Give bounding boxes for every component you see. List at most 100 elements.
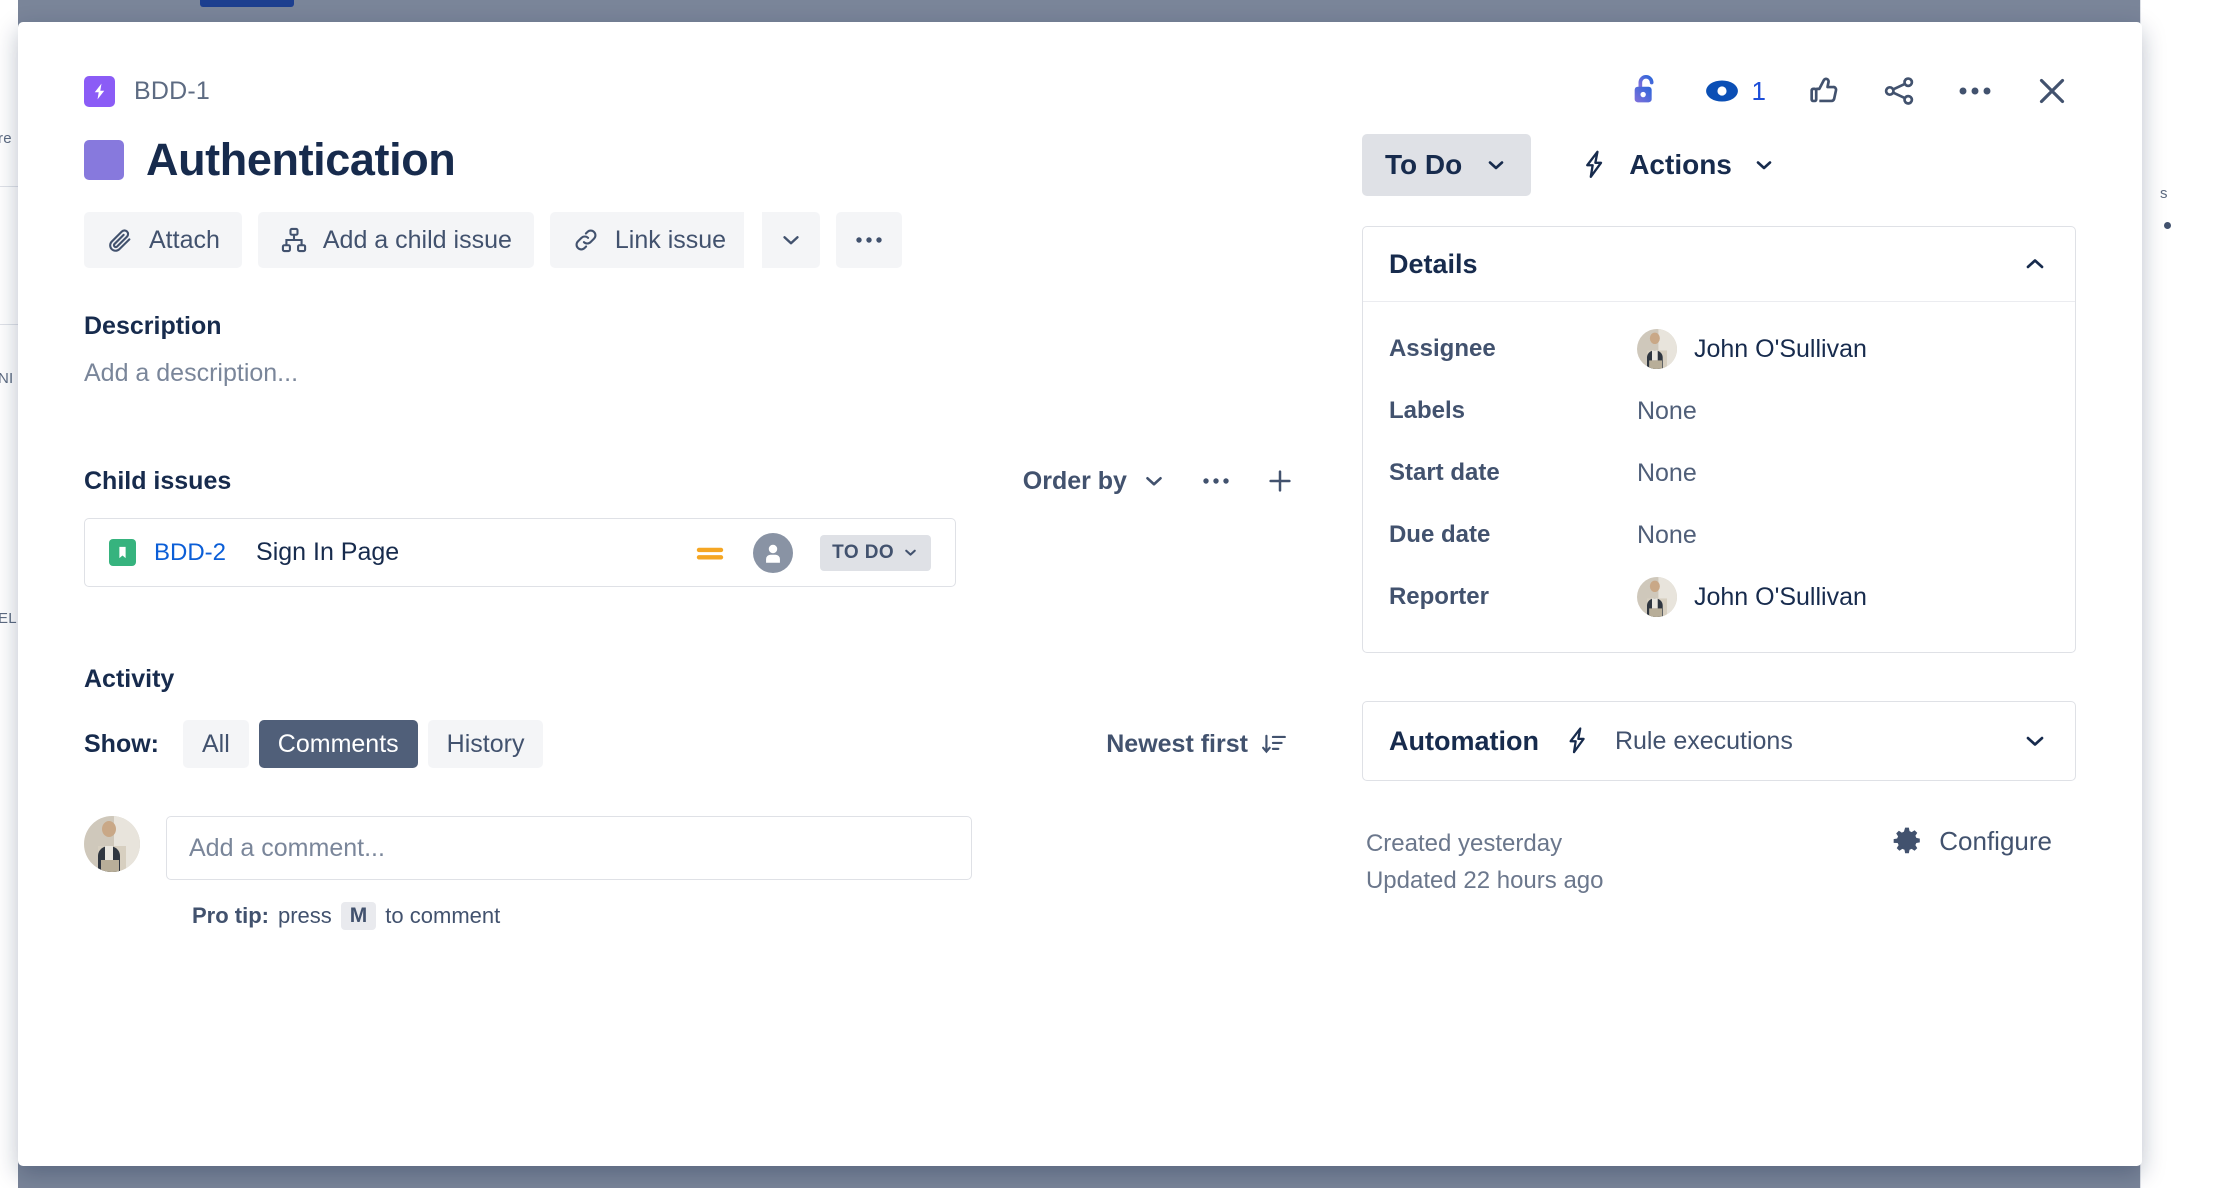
close-icon[interactable] (2034, 73, 2070, 109)
chevron-down-icon (778, 227, 804, 253)
details-title: Details (1388, 248, 1478, 279)
child-status-label: TO DO (832, 541, 894, 563)
avatar[interactable] (753, 532, 794, 573)
more-actions-button[interactable] (836, 212, 903, 268)
eye-watch-icon[interactable]: 1 (1704, 76, 1766, 107)
bg-bullet (2164, 222, 2171, 229)
child-issue-key[interactable]: BDD-2 (154, 539, 226, 567)
issue-sidebar: To Do Actions Details Assignee John O'Su… (1361, 120, 2076, 930)
child-issues-more-button[interactable] (1201, 476, 1231, 486)
background-page-left: re NI EL (0, 0, 18, 1188)
bg-fragment-1: NI (0, 370, 14, 387)
overlay-backdrop (0, 0, 2238, 22)
background-page-right: s (2140, 0, 2238, 1188)
child-issue-hierarchy-icon (280, 226, 308, 254)
breadcrumb-issue-key[interactable]: BDD-1 (134, 77, 210, 106)
attach-label: Attach (149, 225, 220, 254)
field-due-date: Due date None (1389, 504, 2049, 566)
show-label: Show: (84, 729, 159, 758)
sort-descending-icon (1261, 731, 1287, 757)
automation-panel[interactable]: Automation Rule executions (1361, 701, 2076, 781)
link-issue-button[interactable]: Link issue (549, 212, 745, 268)
link-issue-label: Link issue (614, 225, 727, 254)
table-row[interactable]: BDD-2 Sign In Page TO DO (84, 518, 956, 587)
field-value[interactable]: None (1637, 459, 1697, 488)
breadcrumb[interactable]: BDD-1 (84, 75, 210, 107)
updated-date: Updated 22 hours ago (1365, 867, 1604, 895)
gear-icon (1891, 825, 1923, 857)
toolbar-actions: 1 (1629, 72, 2076, 110)
priority-medium-icon[interactable] (694, 542, 726, 564)
filter-all-button[interactable]: All (183, 720, 249, 768)
configure-button[interactable]: Configure (1891, 825, 2072, 857)
epic-color-swatch-icon (84, 140, 124, 180)
chevron-down-icon (902, 544, 919, 561)
status-dropdown[interactable]: To Do (1361, 134, 1532, 196)
reporter-name: John O'Sullivan (1693, 582, 1867, 611)
attach-button[interactable]: Attach (84, 212, 242, 268)
add-comment-row: Add a comment... (84, 816, 1295, 880)
configure-label: Configure (1939, 825, 2052, 856)
sort-order-button[interactable]: Newest first (1106, 730, 1295, 759)
story-icon (109, 539, 136, 566)
description-heading: Description (84, 312, 222, 340)
link-issue-dropdown-button[interactable] (762, 212, 821, 268)
description-placeholder[interactable]: Add a description... (84, 359, 1295, 388)
issue-title-row: Authentication (84, 134, 1295, 186)
pro-tip-suffix: to comment (385, 903, 501, 928)
assignee-name: John O'Sullivan (1693, 334, 1867, 363)
child-status-dropdown[interactable]: TO DO (820, 534, 931, 571)
thumbs-up-icon[interactable] (1807, 74, 1841, 108)
comment-placeholder: Add a comment... (189, 833, 385, 862)
paperclip-icon (106, 226, 134, 254)
filter-history-button[interactable]: History (427, 720, 544, 768)
add-child-issue-button[interactable]: Add a child issue (257, 212, 534, 268)
more-horizontal-icon (854, 235, 884, 245)
sort-order-label: Newest first (1106, 729, 1248, 758)
issue-action-bar: Attach Add a child issue Link issue (84, 212, 1295, 268)
chain-link-icon (572, 226, 600, 254)
field-label: Assignee (1388, 335, 1496, 362)
chevron-down-icon[interactable] (2021, 727, 2049, 755)
more-horizontal-icon[interactable] (1957, 85, 1993, 97)
pro-tip-prefix: Pro tip: (192, 903, 269, 928)
activity-heading: Activity (84, 665, 175, 693)
child-issue-summary[interactable]: Sign In Page (256, 538, 399, 567)
automation-subtitle: Rule executions (1614, 726, 1793, 755)
watch-count: 1 (1751, 75, 1766, 106)
bg-fragment-0: re (0, 130, 12, 147)
details-fields: Assignee John O'Sullivan Labels None Sta… (1363, 302, 2075, 652)
activity-filter-row: Show: All Comments History Newest first (84, 720, 1295, 768)
chevron-up-icon[interactable] (2021, 250, 2049, 278)
actions-dropdown[interactable]: Actions (1579, 149, 1776, 181)
chevron-down-icon (1141, 468, 1167, 494)
avatar[interactable] (84, 816, 140, 872)
chevron-down-icon (1752, 153, 1776, 177)
field-value[interactable]: None (1637, 521, 1697, 550)
details-panel-header[interactable]: Details (1362, 227, 2075, 302)
unlock-icon[interactable] (1629, 72, 1663, 110)
bg-fragment-2: EL (0, 610, 17, 627)
field-value[interactable]: None (1637, 397, 1697, 426)
add-child-issue-plus-button[interactable] (1265, 466, 1295, 496)
bg-divider (0, 186, 18, 187)
pro-tip-key: M (340, 902, 377, 930)
comment-input[interactable]: Add a comment... (166, 816, 972, 880)
field-label: Due date (1388, 521, 1491, 548)
order-by-button[interactable]: Order by (1023, 467, 1167, 496)
page-title: Authentication (146, 134, 456, 185)
share-icon[interactable] (1882, 74, 1916, 108)
automation-lightning-icon (1563, 725, 1591, 757)
filter-comments-button[interactable]: Comments (258, 720, 418, 768)
child-issues-heading: Child issues (84, 466, 232, 495)
field-label: Reporter (1388, 583, 1489, 610)
plus-icon (1265, 466, 1295, 496)
modal-toolbar: BDD-1 1 (84, 22, 2076, 120)
actions-label: Actions (1629, 149, 1732, 180)
field-value[interactable]: John O'Sullivan (1636, 577, 1867, 617)
field-start-date: Start date None (1389, 442, 2049, 504)
issue-main-column: Authentication Attach Add a child issue … (84, 120, 1295, 930)
field-reporter: Reporter John O'Sullivan (1389, 566, 2049, 628)
field-value[interactable]: John O'Sullivan (1636, 329, 1867, 369)
background-tab-indicator (200, 0, 294, 7)
